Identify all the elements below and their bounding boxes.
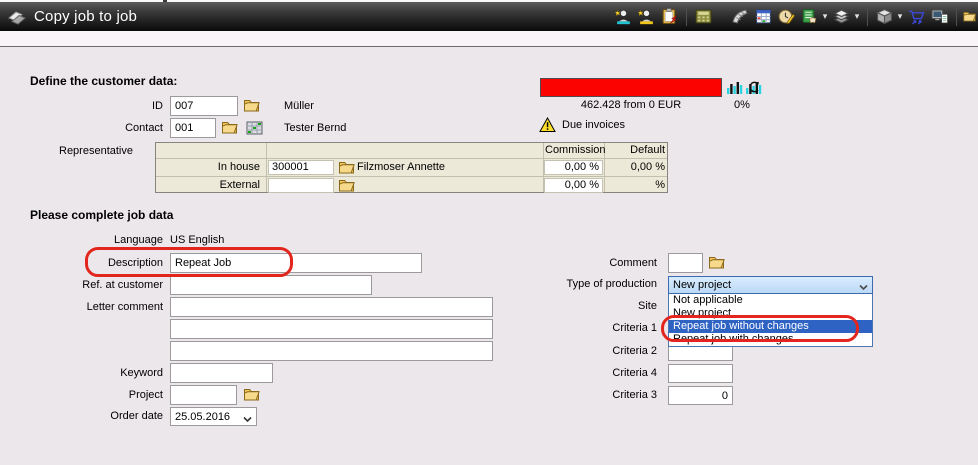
criteria-2-label: Criteria 2 <box>560 342 657 361</box>
folder-open-icon[interactable] <box>221 121 238 134</box>
folder-open-icon[interactable] <box>338 179 355 192</box>
keyword-label: Keyword <box>20 363 163 383</box>
description-input[interactable] <box>170 253 422 273</box>
toolbar-separator <box>867 8 868 26</box>
comment-input[interactable] <box>668 253 703 273</box>
representative-table: Commission Default In house Filzmoser An… <box>155 142 668 193</box>
inhouse-rep-name: Filzmoser Annette <box>357 159 445 176</box>
contact-id-input[interactable] <box>170 118 216 138</box>
language-value: US English <box>170 233 224 248</box>
copy-job-to-job-window: Copy job to job ▾ ▾ <box>0 0 978 465</box>
folder-open-icon[interactable] <box>243 99 260 112</box>
contact-name: Tester Bernd <box>284 118 346 138</box>
language-label: Language <box>20 233 163 248</box>
address-book-icon[interactable] <box>246 121 263 135</box>
order-date-combobox[interactable]: 25.05.2016 <box>170 407 257 426</box>
copy-pages-icon <box>8 9 26 25</box>
window-title: Copy job to job <box>34 8 137 25</box>
bar-chart-refresh-icon[interactable] <box>745 79 762 96</box>
folder-open-icon[interactable] <box>338 161 355 174</box>
assign-user-icon[interactable] <box>613 6 634 27</box>
column-header-commission: Commission <box>545 142 602 158</box>
credit-percent-text: 0% <box>720 99 764 111</box>
option-new-project[interactable]: New project <box>669 307 872 320</box>
keyword-input[interactable] <box>170 363 273 383</box>
external-rep-input[interactable] <box>268 178 334 193</box>
criteria-1-label: Criteria 1 <box>560 322 657 334</box>
package-dropdown-icon[interactable] <box>874 6 895 27</box>
sub-toolbar-strip <box>0 31 978 47</box>
criteria-3-input[interactable] <box>668 386 733 405</box>
order-date-label: Order date <box>20 407 163 426</box>
inhouse-commission-input[interactable] <box>544 160 603 175</box>
external-commission-input[interactable] <box>544 178 603 193</box>
inhouse-row-label: In house <box>156 159 260 176</box>
letter-comment-input-1[interactable] <box>170 297 493 317</box>
chevron-down-icon[interactable]: ▾ <box>853 11 861 22</box>
warning-icon[interactable] <box>539 117 556 133</box>
customer-name: Müller <box>284 96 314 116</box>
clipboard-report-icon[interactable] <box>659 6 680 27</box>
job-section-heading: Please complete job data <box>30 208 173 222</box>
type-of-production-combobox[interactable]: New project <box>668 276 873 294</box>
ref-at-customer-label: Ref. at customer <box>20 275 163 295</box>
letter-comment-input-2[interactable] <box>170 319 493 339</box>
customer-id-input[interactable] <box>170 96 238 116</box>
type-of-production-label: Type of production <box>560 275 657 294</box>
contact-label: Contact <box>20 118 163 138</box>
external-default-value: % <box>606 177 665 194</box>
chevron-down-icon <box>859 282 868 294</box>
folder-icon[interactable] <box>963 6 976 27</box>
toolbar-separator <box>956 8 957 26</box>
brush-icon[interactable] <box>730 6 751 27</box>
type-of-production-dropdown-list: Not applicable New project Repeat job wi… <box>668 294 873 347</box>
folder-open-icon[interactable] <box>708 256 725 269</box>
time-tracking-icon[interactable] <box>776 6 797 27</box>
site-label: Site <box>560 300 657 312</box>
option-repeat-job-with-changes[interactable]: Repeat job with changes <box>669 333 872 346</box>
letter-comment-input-3[interactable] <box>170 341 493 361</box>
option-not-applicable[interactable]: Not applicable <box>669 294 872 307</box>
letter-comment-label: Letter comment <box>20 297 163 317</box>
criteria-3-label: Criteria 3 <box>560 386 657 405</box>
inhouse-rep-input[interactable] <box>268 160 334 175</box>
toolbar-separator <box>686 8 687 26</box>
ref-at-customer-input[interactable] <box>170 275 372 295</box>
spreadsheet-icon[interactable] <box>753 6 774 27</box>
customer-section-heading: Define the customer data: <box>30 74 177 88</box>
calculator-icon[interactable] <box>693 6 714 27</box>
order-date-value: 25.05.2016 <box>175 411 230 423</box>
terminal-icon[interactable] <box>929 6 950 27</box>
criteria-4-label: Criteria 4 <box>560 364 657 383</box>
criteria-4-input[interactable] <box>668 364 733 383</box>
credit-limit-bar <box>540 78 722 97</box>
inhouse-default-value: 0,00 % <box>606 159 665 176</box>
project-input[interactable] <box>170 385 237 405</box>
external-row-label: External <box>156 177 260 194</box>
catalog-dropdown-icon[interactable] <box>799 6 820 27</box>
due-invoices-text: Due invoices <box>562 117 625 134</box>
toolbar: ▾ ▾ ▾ <box>613 2 976 31</box>
cart-icon[interactable] <box>906 6 927 27</box>
option-repeat-job-without-changes[interactable]: Repeat job without changes <box>669 320 872 333</box>
chevron-down-icon <box>243 414 252 426</box>
bar-chart-icon[interactable] <box>726 79 743 96</box>
chevron-down-icon[interactable]: ▾ <box>821 11 829 22</box>
type-of-production-value: New project <box>673 279 731 291</box>
representative-label: Representative <box>20 144 133 158</box>
folder-open-icon[interactable] <box>243 388 260 401</box>
add-user-icon[interactable] <box>636 6 657 27</box>
column-header-default: Default <box>606 142 665 158</box>
chevron-down-icon[interactable]: ▾ <box>896 11 904 22</box>
comment-label: Comment <box>560 253 657 273</box>
documents-dropdown-icon[interactable] <box>831 6 852 27</box>
credit-amount-text: 462.428 from 0 EUR <box>540 99 722 111</box>
project-label: Project <box>20 385 163 405</box>
id-label: ID <box>20 96 163 116</box>
description-label: Description <box>20 253 163 273</box>
